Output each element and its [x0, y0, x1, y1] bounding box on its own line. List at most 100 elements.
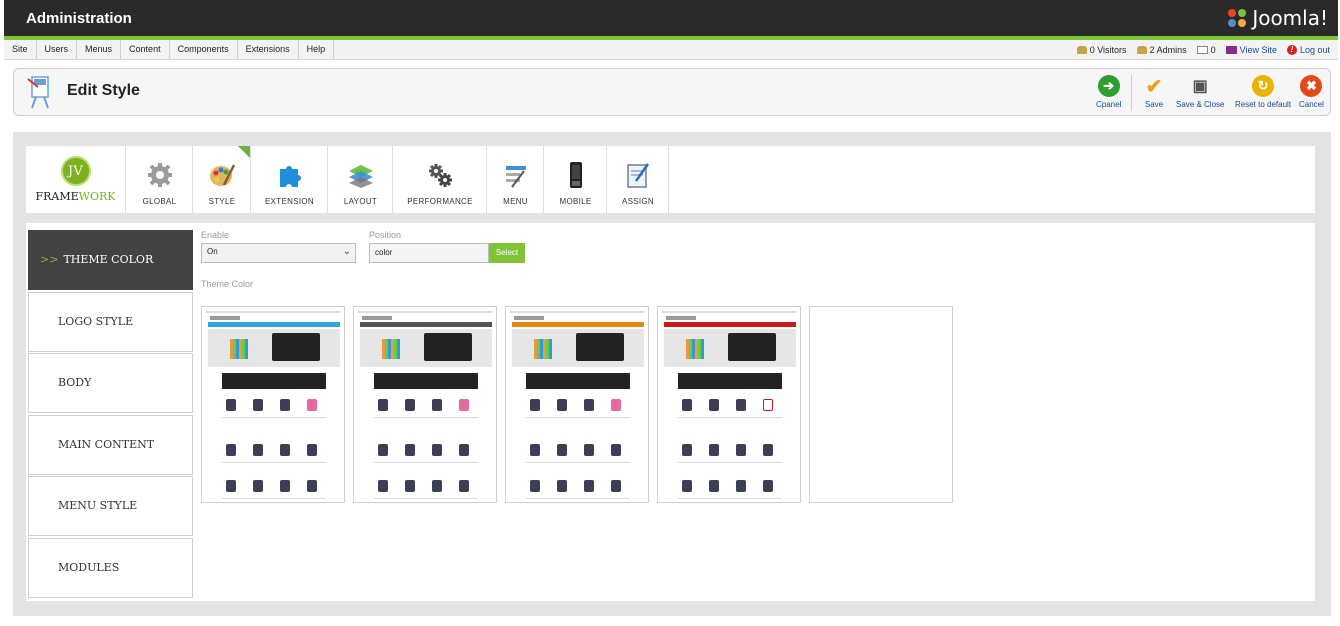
thumb-product [378, 480, 388, 492]
menu-site[interactable]: Site [4, 40, 37, 59]
thumb-product [226, 399, 236, 411]
tab-style-label: STYLE [208, 197, 236, 206]
reset-default-button[interactable]: ↻ Reset to default [1235, 75, 1291, 109]
view-site-link[interactable]: View Site [1225, 45, 1277, 55]
thumb-product [432, 444, 442, 456]
thumb-nav-bar [208, 322, 340, 327]
tab-style[interactable]: STYLE [194, 146, 251, 213]
tab-layout[interactable]: LAYOUT [329, 146, 393, 213]
admins-status[interactable]: 2 Admins [1136, 45, 1187, 55]
sidebar-item-label: THEME COLOR [63, 253, 154, 266]
sidebar-item-label: MODULES [58, 561, 120, 574]
visitors-text: 0 Visitors [1089, 44, 1127, 55]
menu-menus[interactable]: Menus [77, 40, 122, 59]
active-corner-marker [238, 146, 250, 158]
tab-global[interactable]: GLOBAL [127, 146, 193, 213]
thumb-product [584, 480, 594, 492]
save-button[interactable]: ✔ Save [1143, 75, 1165, 110]
thumb-banner [512, 329, 644, 367]
tab-extension-label: EXTENSION [265, 197, 314, 206]
tab-performance[interactable]: PERFORMANCE [394, 146, 487, 213]
thumb-top-strip [662, 311, 796, 313]
thumb-product [378, 399, 388, 411]
logout-link[interactable]: ! Log out [1286, 44, 1330, 55]
position-label: Position [369, 230, 402, 240]
thumb-divider [222, 462, 326, 463]
menu-content[interactable]: Content [121, 40, 170, 59]
status-area: 0 Visitors 2 Admins 0 View Site ! Log out [1076, 40, 1330, 59]
sidebar-item-label: MENU STYLE [58, 499, 138, 512]
position-input[interactable]: color [369, 243, 489, 263]
thumb-logo [514, 316, 544, 320]
mail-icon [1196, 45, 1208, 54]
cancel-button[interactable]: ✖ Cancel [1299, 75, 1324, 109]
palette-icon [210, 164, 236, 186]
tab-menu[interactable]: MENU [488, 146, 544, 213]
framework-tabs: JV FRAMEWORK GLOBAL STYLE EXTENSION LAYO… [26, 146, 1315, 213]
back-arrow-icon: ➔ [1097, 75, 1120, 97]
thumb-product [557, 399, 567, 411]
messages-status[interactable]: 0 [1196, 45, 1216, 55]
thumb-product [459, 480, 469, 492]
puzzle-icon [279, 166, 301, 187]
sidebar-item-modules[interactable]: MODULES [28, 538, 193, 598]
tab-assign[interactable]: ASSIGN [608, 146, 669, 213]
joomla-logo-icon [1228, 9, 1247, 27]
enable-select[interactable]: On ⌄ [201, 243, 356, 263]
thumb-product [682, 399, 692, 411]
theme-color-label: Theme Color [201, 279, 254, 289]
thumb-banner-graphic [686, 339, 704, 359]
tab-mobile[interactable]: MOBILE [545, 146, 607, 213]
thumb-banner [664, 329, 796, 367]
thumb-product [226, 444, 236, 456]
theme-thumbnail-red[interactable] [657, 306, 801, 503]
joomla-logo[interactable]: Joomla! [1226, 6, 1328, 30]
sidebar-item-logo-style[interactable]: LOGO STYLE [28, 292, 193, 352]
logout-icon: ! [1286, 44, 1297, 55]
thumb-divider [526, 417, 630, 418]
thumb-promo-bar [678, 373, 782, 389]
sidebar-item-menu-style[interactable]: MENU STYLE [28, 476, 193, 536]
active-marker: >> [40, 253, 59, 266]
thumb-product [736, 444, 746, 456]
menu-help[interactable]: Help [299, 40, 335, 59]
select-button[interactable]: Select [489, 243, 525, 263]
thumb-banner-graphic [382, 339, 400, 359]
menu-users[interactable]: Users [37, 40, 78, 59]
menu-extensions[interactable]: Extensions [238, 40, 299, 59]
cpanel-button[interactable]: ➔ Cpanel [1096, 75, 1121, 109]
framework-logo[interactable]: JV FRAMEWORK [26, 146, 126, 213]
thumb-product [530, 399, 540, 411]
tab-layout-label: LAYOUT [343, 197, 378, 206]
thumb-promo-bar [374, 373, 478, 389]
thumb-divider [222, 498, 326, 499]
thumb-product [253, 480, 263, 492]
theme-thumbnail-blue[interactable] [201, 306, 345, 503]
sidebar-item-theme-color[interactable]: >> THEME COLOR [28, 230, 193, 290]
theme-thumbnail-orange[interactable] [505, 306, 649, 503]
cancel-label: Cancel [1299, 100, 1324, 109]
thumb-divider [526, 498, 630, 499]
thumb-nav-bar [360, 322, 492, 327]
admin-menubar: Site Users Menus Content Components Exte… [4, 40, 1338, 60]
style-content: >> THEME COLOR LOGO STYLE BODY MAIN CONTE… [26, 223, 1315, 601]
checkmark-icon: ✔ [1145, 75, 1163, 98]
thumb-product [584, 399, 594, 411]
tab-extension[interactable]: EXTENSION [252, 146, 328, 213]
theme-thumbnail-dark[interactable] [353, 306, 497, 503]
thumb-product [611, 444, 621, 456]
assign-icon [627, 163, 650, 188]
thumb-logo [362, 316, 392, 320]
thumb-banner-graphic [230, 339, 248, 359]
sidebar-item-body[interactable]: BODY [28, 353, 193, 413]
tab-performance-label: PERFORMANCE [407, 197, 473, 206]
save-close-button[interactable]: ▣ Save & Close [1176, 75, 1224, 109]
thumb-banner [360, 329, 492, 367]
save-label: Save [1144, 100, 1164, 109]
visitors-status[interactable]: 0 Visitors [1076, 44, 1127, 55]
theme-thumbnail-empty[interactable] [809, 306, 953, 503]
menu-components[interactable]: Components [170, 40, 238, 59]
thumb-product [611, 399, 621, 411]
thumb-top-strip [206, 311, 340, 313]
sidebar-item-main-content[interactable]: MAIN CONTENT [28, 415, 193, 475]
